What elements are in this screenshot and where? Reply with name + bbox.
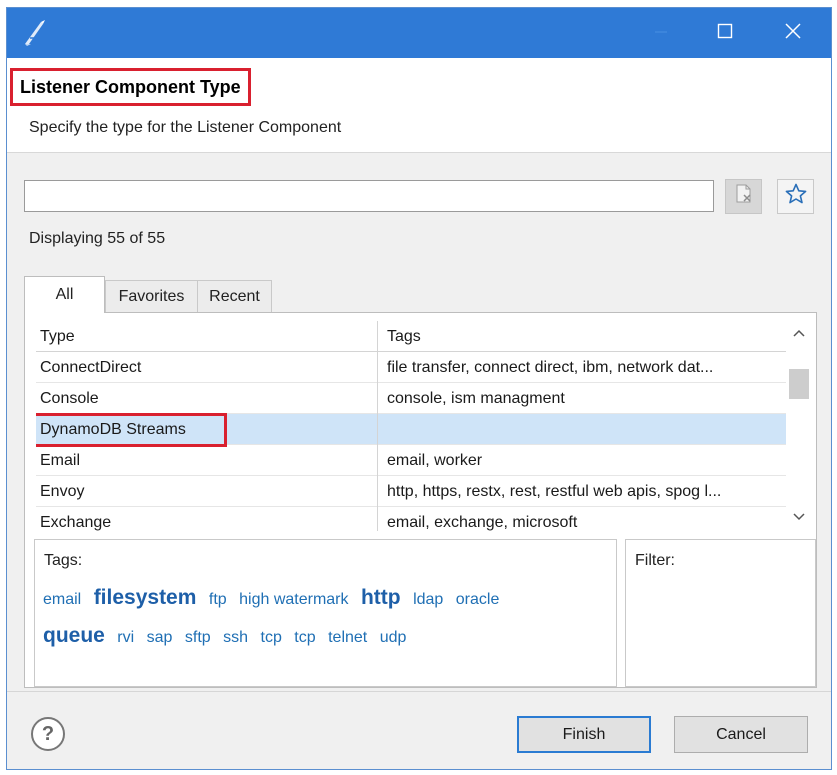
tag-link[interactable]: tcp bbox=[294, 620, 315, 656]
type-cell: Exchange bbox=[40, 514, 112, 531]
tag-link[interactable]: sftp bbox=[185, 620, 211, 656]
tag-link[interactable]: oracle bbox=[456, 582, 500, 618]
tag-link[interactable]: ftp bbox=[209, 582, 227, 618]
tab-panel: Type Tags ConnectDirect file transfer, c… bbox=[24, 312, 817, 688]
tab-favorites[interactable]: Favorites bbox=[105, 280, 198, 313]
page-subtitle: Specify the type for the Listener Compon… bbox=[29, 119, 342, 136]
scroll-up-button[interactable] bbox=[786, 321, 812, 345]
tags-cell: console, ism managment bbox=[377, 383, 786, 414]
tag-link[interactable]: rvi bbox=[117, 620, 134, 656]
tags-cell: http, https, restx, rest, restful web ap… bbox=[377, 476, 786, 507]
tag-link[interactable]: filesystem bbox=[94, 580, 197, 616]
column-header-tags[interactable]: Tags bbox=[377, 321, 786, 352]
favorite-button[interactable] bbox=[777, 179, 814, 214]
tab-all[interactable]: All bbox=[24, 276, 105, 313]
table-row[interactable]: ConnectDirect file transfer, connect dir… bbox=[36, 352, 786, 383]
tag-link[interactable]: http bbox=[361, 580, 401, 616]
table-row[interactable]: Envoy http, https, restx, rest, restful … bbox=[36, 476, 786, 507]
maximize-button[interactable] bbox=[697, 8, 753, 58]
minimize-icon bbox=[654, 24, 668, 43]
title-bar[interactable] bbox=[7, 8, 831, 58]
result-count: Displaying 55 of 55 bbox=[29, 230, 166, 247]
type-cell: ConnectDirect bbox=[40, 359, 142, 376]
tag-link[interactable]: udp bbox=[380, 620, 407, 656]
quill-pen-icon bbox=[21, 18, 47, 48]
button-bar: ? Finish Cancel bbox=[7, 691, 831, 769]
tags-cell bbox=[377, 414, 786, 445]
cancel-button[interactable]: Cancel bbox=[674, 716, 808, 753]
tag-link[interactable]: tcp bbox=[261, 620, 282, 656]
tag-cloud: email filesystem ftp high watermark http… bbox=[43, 580, 603, 656]
table-row[interactable]: Email email, worker bbox=[36, 445, 786, 476]
clear-filter-button[interactable] bbox=[725, 179, 762, 214]
type-cell: Envoy bbox=[40, 483, 85, 500]
type-cell: Email bbox=[40, 452, 81, 469]
close-icon bbox=[785, 22, 801, 44]
table-scrollbar[interactable] bbox=[786, 321, 812, 531]
tags-label: Tags: bbox=[44, 552, 83, 569]
annotation-highlight bbox=[36, 413, 227, 447]
type-cell: Console bbox=[40, 390, 99, 407]
tags-cell: email, worker bbox=[377, 445, 786, 476]
tag-link[interactable]: ldap bbox=[413, 582, 443, 618]
type-table: Type Tags ConnectDirect file transfer, c… bbox=[36, 321, 786, 531]
table-row-selected[interactable]: DynamoDB Streams bbox=[36, 413, 786, 447]
tags-cell: file transfer, connect direct, ibm, netw… bbox=[377, 352, 786, 383]
tag-link[interactable]: telnet bbox=[328, 620, 367, 656]
page-title: Listener Component Type bbox=[10, 68, 251, 106]
tag-link[interactable]: email bbox=[43, 582, 81, 618]
star-icon bbox=[784, 182, 808, 211]
help-button[interactable]: ? bbox=[31, 717, 65, 751]
wizard-header: Listener Component Type Specify the type… bbox=[7, 58, 831, 153]
tag-link[interactable]: sap bbox=[147, 620, 173, 656]
column-header-type[interactable]: Type bbox=[36, 321, 377, 352]
table-row[interactable]: Exchange email, exchange, microsoft bbox=[36, 507, 786, 531]
finish-button[interactable]: Finish bbox=[517, 716, 651, 753]
scroll-thumb[interactable] bbox=[789, 369, 809, 399]
filter-label: Filter: bbox=[635, 552, 675, 569]
scroll-down-button[interactable] bbox=[786, 505, 812, 529]
chevron-down-icon bbox=[793, 508, 805, 526]
minimize-button[interactable] bbox=[633, 8, 689, 58]
tags-panel: Tags: email filesystem ftp high watermar… bbox=[34, 539, 617, 687]
close-button[interactable] bbox=[765, 8, 821, 58]
tag-link[interactable]: queue bbox=[43, 618, 105, 654]
clear-filter-icon bbox=[733, 183, 755, 210]
table-row[interactable]: Console console, ism managment bbox=[36, 383, 786, 414]
maximize-icon bbox=[717, 23, 733, 44]
tag-link[interactable]: high watermark bbox=[239, 582, 348, 618]
dialog-window: Listener Component Type Specify the type… bbox=[6, 7, 832, 770]
tags-cell: email, exchange, microsoft bbox=[377, 507, 786, 531]
filter-panel: Filter: bbox=[625, 539, 816, 687]
chevron-up-icon bbox=[793, 324, 805, 342]
filter-input[interactable] bbox=[24, 180, 714, 212]
table-header: Type Tags bbox=[36, 321, 786, 352]
tab-recent[interactable]: Recent bbox=[198, 280, 272, 313]
tag-link[interactable]: ssh bbox=[223, 620, 248, 656]
